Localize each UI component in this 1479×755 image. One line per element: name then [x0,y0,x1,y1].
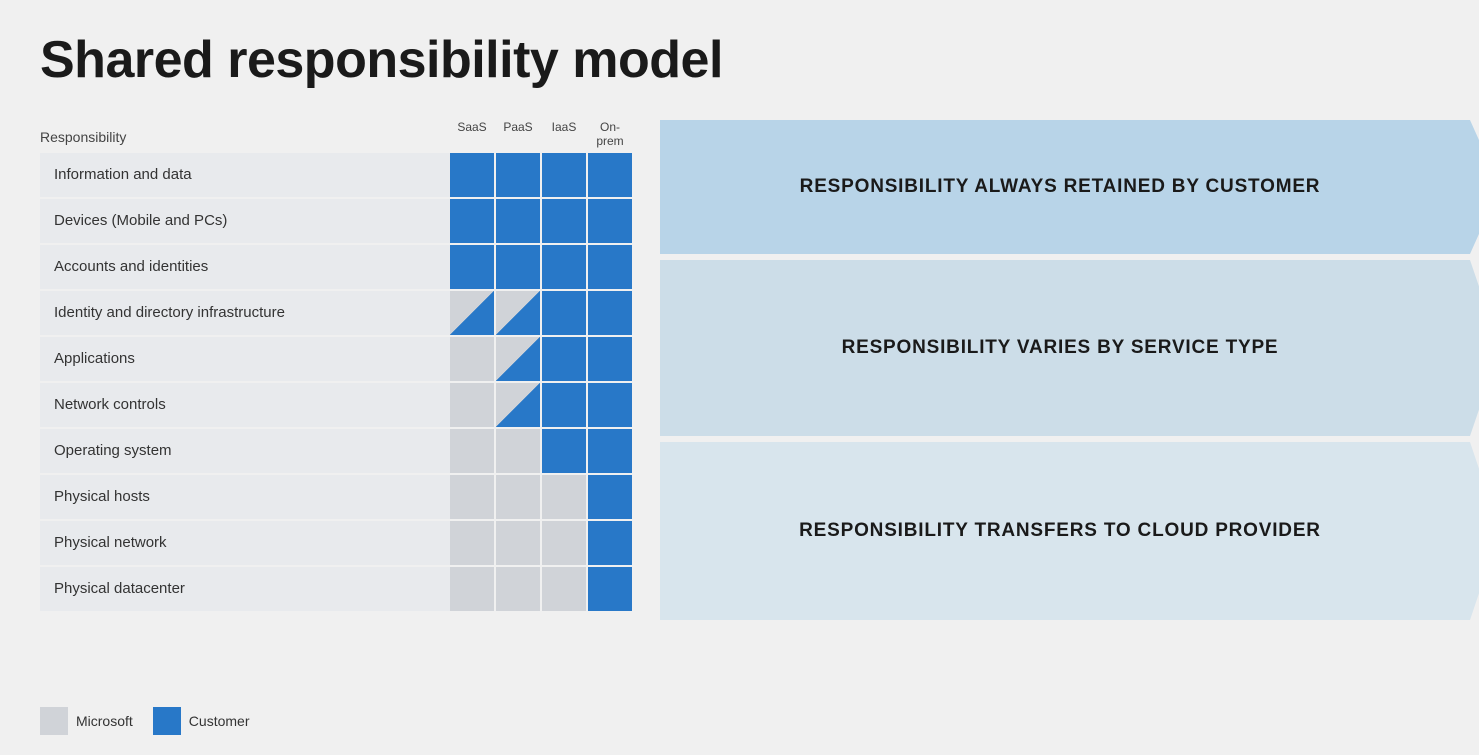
cell-1-0 [450,199,494,243]
cell-8-2 [542,521,586,565]
cell-3-0 [450,291,494,335]
row-cells-6 [450,429,632,473]
row-cells-4 [450,337,632,381]
table-row: Operating system [40,429,650,473]
cell-8-1 [496,521,540,565]
cell-7-0 [450,475,494,519]
row-label-0: Information and data [40,153,450,197]
col-onprem: On-prem [588,120,632,149]
table-row: Devices (Mobile and PCs) [40,199,650,243]
cell-4-2 [542,337,586,381]
table-row: Physical network [40,521,650,565]
cell-3-2 [542,291,586,335]
cell-4-1 [496,337,540,381]
cell-1-2 [542,199,586,243]
cell-9-3 [588,567,632,611]
row-cells-1 [450,199,632,243]
arrow-varies: RESPONSIBILITY VARIES BY SERVICE TYPE [660,260,1479,436]
cell-1-1 [496,199,540,243]
cell-9-0 [450,567,494,611]
column-headers: SaaS PaaS IaaS On-prem [450,120,632,149]
cell-0-0 [450,153,494,197]
cell-3-1 [496,291,540,335]
cell-6-2 [542,429,586,473]
row-label-7: Physical hosts [40,475,450,519]
cell-4-3 [588,337,632,381]
row-cells-9 [450,567,632,611]
table-row: Network controls [40,383,650,427]
cell-3-3 [588,291,632,335]
table-row: Information and data [40,153,650,197]
row-cells-7 [450,475,632,519]
col-iaas: IaaS [542,120,586,149]
row-label-8: Physical network [40,521,450,565]
arrow-provider: RESPONSIBILITY TRANSFERS TO CLOUD PROVID… [660,442,1479,620]
table-row: Physical hosts [40,475,650,519]
cell-9-2 [542,567,586,611]
legend-microsoft-label: Microsoft [76,713,133,729]
row-cells-2 [450,245,632,289]
row-label-3: Identity and directory infrastructure [40,291,450,335]
row-cells-8 [450,521,632,565]
legend-microsoft: Microsoft [40,707,133,735]
arrow-provider-label: RESPONSIBILITY TRANSFERS TO CLOUD PROVID… [779,520,1381,542]
cell-0-3 [588,153,632,197]
responsibility-header: Responsibility [40,129,450,149]
legend-customer-box [153,707,181,735]
content-area: Responsibility SaaS PaaS IaaS On-prem In… [40,120,1439,620]
table-body: Information and dataDevices (Mobile and … [40,153,650,611]
arrow-customer-label: RESPONSIBILITY ALWAYS RETAINED BY CUSTOM… [780,176,1381,198]
cell-6-0 [450,429,494,473]
table-header: Responsibility SaaS PaaS IaaS On-prem [40,120,650,149]
legend-microsoft-box [40,707,68,735]
cell-2-2 [542,245,586,289]
legend-customer-label: Customer [189,713,250,729]
cell-7-2 [542,475,586,519]
col-saas: SaaS [450,120,494,149]
cell-5-1 [496,383,540,427]
cell-5-2 [542,383,586,427]
cell-5-0 [450,383,494,427]
table-section: Responsibility SaaS PaaS IaaS On-prem In… [40,120,650,611]
slide: Shared responsibility model Responsibili… [0,0,1479,755]
cell-5-3 [588,383,632,427]
cell-0-1 [496,153,540,197]
cell-2-0 [450,245,494,289]
table-row: Physical datacenter [40,567,650,611]
row-cells-3 [450,291,632,335]
row-cells-5 [450,383,632,427]
legend: Microsoft Customer [40,707,249,735]
table-row: Accounts and identities [40,245,650,289]
cell-1-3 [588,199,632,243]
cell-0-2 [542,153,586,197]
table-row: Applications [40,337,650,381]
cell-8-3 [588,521,632,565]
row-label-9: Physical datacenter [40,567,450,611]
cell-6-3 [588,429,632,473]
table-row: Identity and directory infrastructure [40,291,650,335]
page-title: Shared responsibility model [40,30,1439,90]
row-label-6: Operating system [40,429,450,473]
row-cells-0 [450,153,632,197]
row-label-2: Accounts and identities [40,245,450,289]
arrows-section: RESPONSIBILITY ALWAYS RETAINED BY CUSTOM… [660,120,1479,620]
cell-9-1 [496,567,540,611]
arrow-customer: RESPONSIBILITY ALWAYS RETAINED BY CUSTOM… [660,120,1479,254]
cell-7-3 [588,475,632,519]
row-label-4: Applications [40,337,450,381]
cell-6-1 [496,429,540,473]
cell-2-1 [496,245,540,289]
cell-8-0 [450,521,494,565]
row-label-5: Network controls [40,383,450,427]
cell-7-1 [496,475,540,519]
arrow-varies-label: RESPONSIBILITY VARIES BY SERVICE TYPE [822,337,1339,359]
col-paas: PaaS [496,120,540,149]
cell-2-3 [588,245,632,289]
legend-customer: Customer [153,707,250,735]
cell-4-0 [450,337,494,381]
row-label-1: Devices (Mobile and PCs) [40,199,450,243]
